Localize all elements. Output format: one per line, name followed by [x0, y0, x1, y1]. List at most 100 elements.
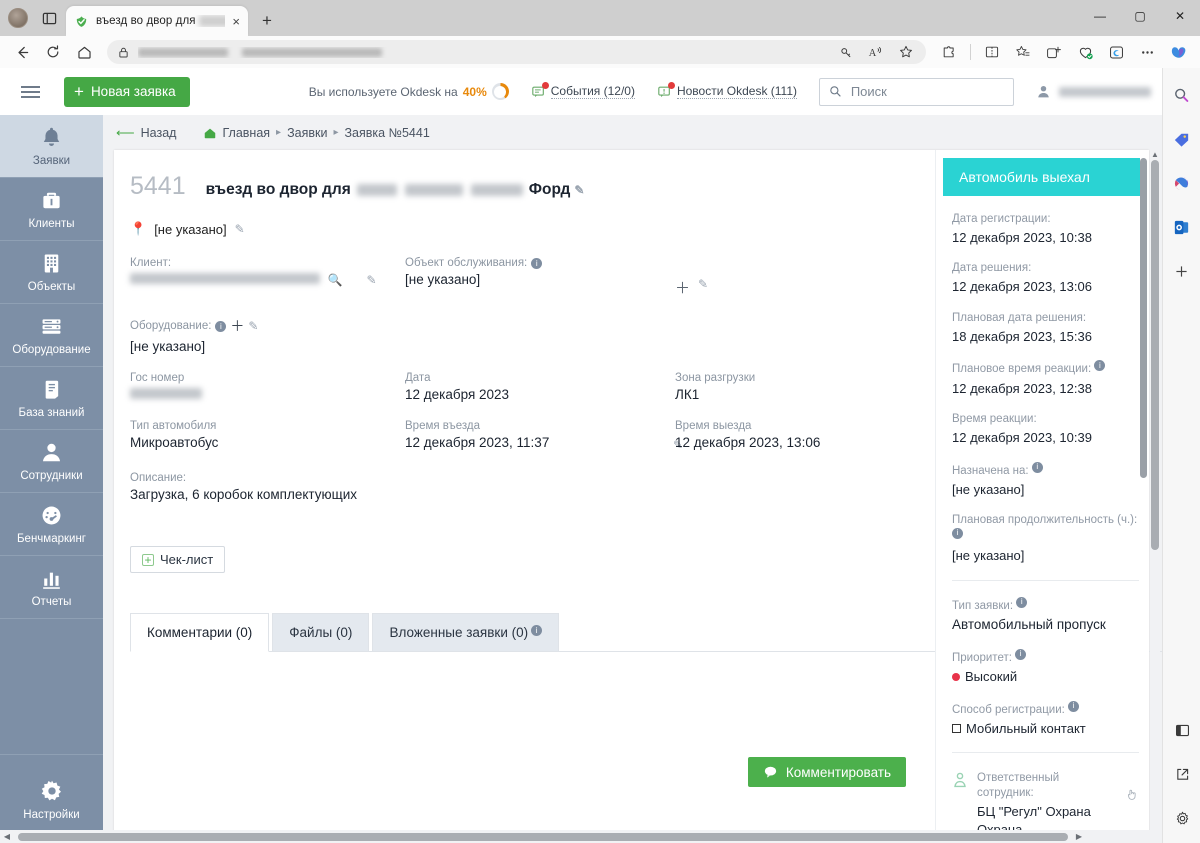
open-external-icon[interactable] — [1171, 763, 1193, 785]
field-row-equipment: Оборудование: i ＋ ✎ [не указано] — [130, 316, 935, 354]
tab-comments-label: Комментарии (0) — [147, 625, 253, 640]
sidebar-item-sotrudniki[interactable]: Сотрудники — [0, 430, 103, 493]
edit-service-object-icon[interactable]: ✎ — [698, 277, 708, 298]
tab-files[interactable]: Файлы (0) — [272, 613, 370, 652]
info-icon[interactable]: i — [531, 625, 543, 636]
search-input[interactable] — [850, 84, 1006, 99]
info-field-planned-duration: Плановая продолжительность (ч.): i [не у… — [952, 513, 1139, 565]
scrollbar-thumb[interactable] — [18, 832, 1068, 841]
browser-profile-avatar[interactable] — [8, 8, 28, 28]
extensions-icon[interactable] — [935, 39, 963, 65]
info-icon[interactable]: i — [952, 528, 963, 540]
window-minimize-button[interactable]: — — [1080, 0, 1120, 32]
edit-address-icon[interactable]: ✎ — [235, 222, 245, 236]
sidebar-item-otchety[interactable]: Отчеты — [0, 556, 103, 619]
breadcrumb-tickets-link[interactable]: Заявки — [287, 126, 327, 140]
copilot-icon[interactable] — [1164, 39, 1192, 65]
info-field-priority: Приоритет: i Высокий — [952, 648, 1139, 686]
sidebar-item-benchmarking[interactable]: Бенчмаркинг — [0, 493, 103, 556]
sidebar-item-zayavki[interactable]: Заявки — [0, 115, 103, 178]
tab-actions-icon[interactable] — [38, 7, 60, 29]
client-search-icon[interactable]: 🔍 — [328, 273, 343, 287]
info-icon[interactable]: i — [1031, 461, 1043, 473]
tab-close-icon[interactable]: × — [232, 15, 240, 28]
titlebar-left-controls — [0, 0, 60, 36]
events-link[interactable]: События (12/0) — [531, 81, 635, 99]
edit-equipment-icon[interactable]: ✎ — [248, 319, 258, 333]
breadcrumb-home-link[interactable]: Главная — [222, 126, 270, 140]
info-icon[interactable]: i — [1068, 700, 1080, 712]
info-panel-scrollbar[interactable] — [1140, 158, 1147, 843]
info-icon[interactable]: i — [1016, 596, 1028, 608]
outlook-icon[interactable] — [1171, 216, 1193, 238]
checklist-button[interactable]: + Чек-лист — [130, 546, 226, 573]
breadcrumb-home[interactable]: Главная — [203, 126, 270, 140]
new-tab-button[interactable]: + — [254, 8, 280, 34]
page-vertical-scrollbar[interactable]: ▲ ▼ — [1150, 150, 1160, 843]
window-close-button[interactable]: ✕ — [1160, 0, 1200, 32]
settings-gear-icon[interactable] — [1171, 807, 1193, 829]
tab-title-redacted: ооооооооооооо — [198, 15, 226, 27]
info-icon[interactable]: i — [531, 257, 543, 269]
info-field-registration-method: Способ регистрации: i Мобильный контакт — [952, 700, 1139, 738]
hand-cursor-icon[interactable] — [1125, 787, 1139, 801]
events-icon — [531, 81, 549, 99]
settings-more-icon[interactable] — [1133, 39, 1161, 65]
comment-button[interactable]: Комментировать — [747, 757, 906, 787]
home-icon[interactable] — [70, 39, 98, 65]
key-icon[interactable] — [832, 39, 860, 65]
field-car-type: Тип автомобиля Микроавтобус — [130, 420, 405, 450]
read-aloud-icon[interactable]: A — [862, 39, 890, 65]
news-link[interactable]: Новости Okdesk (111) — [657, 81, 798, 99]
tab-comments[interactable]: Комментарии (0) — [130, 613, 270, 652]
tab-nested-tickets[interactable]: Вложенные заявки (0) i — [372, 613, 560, 652]
breadcrumb-sep: ▸ — [333, 127, 339, 138]
split-screen-icon[interactable] — [978, 39, 1006, 65]
search-box[interactable] — [819, 77, 1015, 106]
address-bar[interactable]: A — [107, 40, 926, 64]
collections-icon[interactable] — [1009, 39, 1037, 65]
server-icon — [42, 319, 61, 334]
scroll-right-arrow-icon[interactable]: ▶ — [1072, 832, 1086, 841]
sidebar-label: Оборудование — [12, 344, 91, 356]
field-exit-time-value: 12 декабря 2023, 13:06 — [675, 435, 821, 450]
scroll-up-arrow-icon[interactable]: ▲ — [1150, 150, 1160, 159]
add-sidebar-icon[interactable] — [1171, 260, 1193, 282]
copilot-m365-icon[interactable] — [1171, 172, 1193, 194]
info-icon[interactable]: i — [1094, 360, 1106, 372]
scroll-left-arrow-icon[interactable]: ◀ — [0, 832, 14, 841]
edit-title-icon[interactable]: ✎ — [574, 183, 584, 197]
field-plate-value — [130, 387, 405, 402]
search-icon[interactable] — [1171, 84, 1193, 106]
scrollbar-thumb[interactable] — [1151, 160, 1159, 550]
browser-tab[interactable]: въезд во двор дляооооооооооооо × — [66, 6, 248, 36]
hamburger-icon[interactable] — [0, 83, 60, 101]
info-icon[interactable]: i — [215, 320, 227, 332]
browser-essentials-icon[interactable] — [1071, 39, 1099, 65]
favorite-star-icon[interactable] — [892, 39, 920, 65]
back-button[interactable]: ⟵ Назад — [116, 125, 176, 141]
back-icon[interactable] — [8, 39, 36, 65]
scrollbar-thumb[interactable] — [1140, 158, 1147, 478]
page-horizontal-scrollbar[interactable]: ◀ ▶ — [0, 830, 1162, 843]
new-ticket-button[interactable]: + Новая заявка — [64, 76, 190, 107]
sidebar-toggle-icon[interactable] — [1171, 719, 1193, 741]
add-service-object-icon[interactable]: ＋ — [675, 277, 690, 298]
sidebar-item-obekty[interactable]: Объекты — [0, 241, 103, 304]
add-equipment-icon[interactable]: ＋ — [230, 316, 244, 336]
user-menu[interactable] — [1036, 84, 1152, 99]
add-tab-group-icon[interactable] — [1040, 39, 1068, 65]
sidebar-item-klienty[interactable]: Клиенты — [0, 178, 103, 241]
edge-profile-icon[interactable] — [1102, 39, 1130, 65]
checklist-label: Чек-лист — [160, 552, 214, 567]
info-label-text: Приоритет: — [952, 652, 1012, 665]
sidebar-item-baza-znaniy[interactable]: База знаний — [0, 367, 103, 430]
shopping-tag-icon[interactable] — [1171, 128, 1193, 150]
edit-client-icon[interactable]: ✎ — [366, 273, 376, 287]
sidebar-item-oborudovanie[interactable]: Оборудование — [0, 304, 103, 367]
refresh-icon[interactable] — [39, 39, 67, 65]
window-maximize-button[interactable]: ▢ — [1120, 0, 1160, 32]
news-label: Новости Okdesk (111) — [676, 84, 798, 99]
info-field-ticket-type: Тип заявки: i Автомобильный пропуск — [952, 596, 1139, 634]
info-icon[interactable]: i — [1015, 648, 1027, 660]
